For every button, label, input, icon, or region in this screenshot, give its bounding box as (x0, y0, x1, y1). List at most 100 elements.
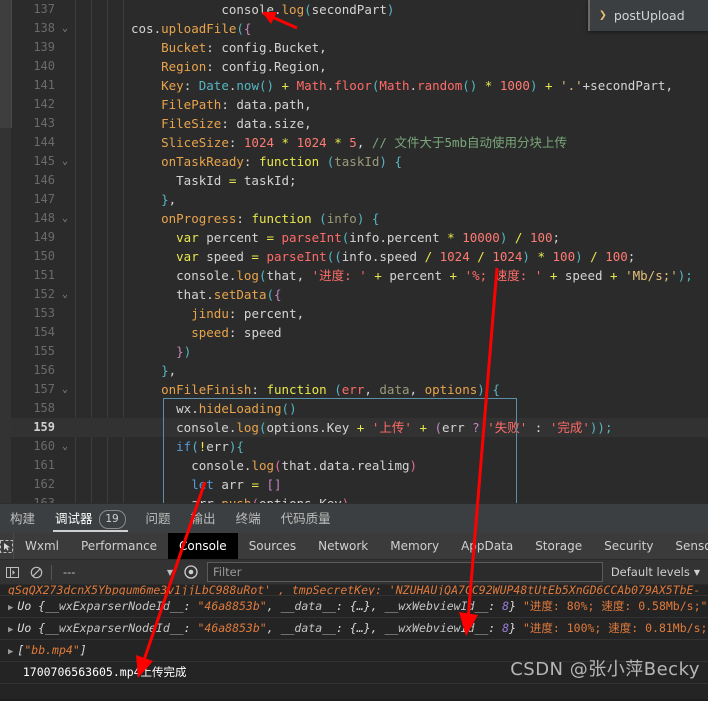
code-line[interactable]: 143 FileSize: data.size, (11, 114, 708, 133)
code-line[interactable]: 144 SliceSize: 1024 * 1024 * 5, // 文件大于5… (11, 133, 708, 152)
execution-context-select[interactable]: --- ▼ (55, 565, 179, 579)
code-text: }, (161, 192, 177, 207)
code-line[interactable]: 155 }) (11, 342, 708, 361)
console-text: "46a8853b" (197, 621, 267, 635)
code-editor[interactable]: 137 console.log(secondPart) 138 ⌄ cos.uploa… (0, 0, 708, 503)
console-sidebar-icon[interactable] (0, 560, 24, 584)
clear-console-icon[interactable] (24, 560, 48, 584)
inspect-element-icon[interactable] (0, 533, 14, 559)
code-text: }) (176, 344, 192, 359)
devtools-tab-wxml[interactable]: Wxml (14, 533, 70, 559)
devtools-tab-performance[interactable]: Performance (70, 533, 168, 559)
code-text: wx.hideLoading() (176, 401, 297, 416)
panel-tab-0[interactable]: 构建 (0, 504, 45, 534)
code-line[interactable]: 153 jindu: percent, (11, 304, 708, 323)
panel-tab-2[interactable]: 问题 (136, 504, 181, 534)
code-text: cos.uploadFile({ (131, 21, 252, 36)
live-expression-icon[interactable] (179, 560, 203, 584)
console-text: Uo { (17, 599, 46, 613)
code-text: var percent = parseInt(info.percent * 10… (176, 230, 561, 245)
code-line[interactable]: 154 speed: speed (11, 323, 708, 342)
fold-chevron-down-icon[interactable]: ⌄ (59, 380, 71, 399)
line-number: 151 (33, 268, 55, 282)
console-filter-bar[interactable]: --- ▼ Filter Default levels ▼ (0, 560, 708, 585)
code-lines-container[interactable]: 137 console.log(secondPart) 138 ⌄ cos.uploa… (11, 0, 708, 503)
code-line[interactable]: 152 ⌄ that.setData({ (11, 285, 708, 304)
devtools-tab-memory[interactable]: Memory (379, 533, 450, 559)
expand-triangle-icon[interactable]: ▶ (8, 625, 13, 635)
fold-chevron-down-icon[interactable]: ⌄ (59, 285, 71, 304)
panel-tab-label: 调试器 (55, 511, 93, 526)
code-line[interactable]: 148 ⌄ onProgress: function (info) { (11, 209, 708, 228)
code-line[interactable]: 156 }, (11, 361, 708, 380)
code-line[interactable]: 147 }, (11, 190, 708, 209)
chevron-down-icon: ▼ (693, 567, 700, 577)
panel-tab-bar[interactable]: 构建 调试器 19 问题 输出 终端 代码质量 (0, 503, 708, 534)
code-text: arr.push(options.Key) (131, 494, 349, 503)
execution-context-value: --- (63, 565, 76, 579)
code-line[interactable]: 145 ⌄ onTaskReady: function (taskId) { (11, 152, 708, 171)
code-line[interactable]: 142 FilePath: data.path, (11, 95, 708, 114)
code-line[interactable]: 162 let arr = [] (11, 475, 708, 494)
fold-chevron-down-icon[interactable]: ⌄ (59, 437, 71, 456)
panel-tab-3[interactable]: 输出 (181, 504, 226, 534)
line-number: 162 (33, 477, 55, 491)
code-text: TaskId = taskId; (176, 173, 297, 188)
line-number: 148 (33, 211, 55, 225)
code-line[interactable]: 151 console.log(that, '进度: ' + percent +… (11, 266, 708, 285)
filter-placeholder: Filter (213, 565, 242, 579)
console-row[interactable]: qSqQX273dcnX5Ybpqum6me3v1jjLbC988uRot' ,… (0, 585, 708, 596)
console-text: : (183, 599, 198, 613)
chevron-right-icon: ❯ (599, 8, 607, 23)
panel-tab-5[interactable]: 代码质量 (271, 504, 341, 534)
devtools-tab-appdata[interactable]: AppData (450, 533, 524, 559)
console-filter-input[interactable]: Filter (207, 562, 603, 582)
devtools-tab-security[interactable]: Security (593, 533, 664, 559)
log-levels-select[interactable]: Default levels ▼ (607, 565, 708, 579)
devtools-tab-console[interactable]: Console (168, 533, 238, 559)
console-output-list[interactable]: qSqQX273dcnX5Ybpqum6me3v1jjLbC988uRot' ,… (0, 585, 708, 701)
code-line[interactable]: 150 var speed = parseInt((info.speed / 1… (11, 247, 708, 266)
code-line[interactable]: 160 ⌄ if(!err){ (11, 437, 708, 456)
line-number: 152 (33, 287, 55, 301)
devtools-panel[interactable]: Wxml Performance Console Sources Network Memo… (0, 533, 708, 699)
code-line[interactable]: 159 console.log(options.Key + '上传' + (er… (11, 418, 708, 437)
code-line[interactable]: 140 Region: config.Region, (11, 57, 708, 76)
code-line[interactable]: 139 Bucket: config.Bucket, (11, 38, 708, 57)
fold-chevron-down-icon[interactable]: ⌄ (59, 209, 71, 228)
fold-chevron-down-icon[interactable]: ⌄ (59, 152, 71, 171)
panel-tab-4[interactable]: 终端 (226, 504, 271, 534)
code-line[interactable]: 141 Key: Date.now() + Math.floor(Math.ra… (11, 76, 708, 95)
postupload-popup[interactable]: ❯ postUpload (588, 0, 708, 31)
code-line[interactable]: 157 ⌄ onFileFinish: function (err, data, … (11, 380, 708, 399)
expand-triangle-icon[interactable]: ▶ (8, 647, 13, 657)
editor-scrollbar-strip[interactable] (0, 0, 12, 503)
code-text: }, (161, 363, 177, 378)
console-text: __data__ (280, 621, 336, 635)
line-number: 142 (33, 97, 55, 111)
devtools-tab-sources[interactable]: Sources (238, 533, 307, 559)
code-line[interactable]: 158 wx.hideLoading() (11, 399, 708, 418)
line-number: 146 (33, 173, 55, 187)
devtools-tab-bar[interactable]: Wxml Performance Console Sources Network Memo… (0, 533, 708, 560)
code-line[interactable]: 146 TaskId = taskId; (11, 171, 708, 190)
code-line[interactable]: 161 console.log(that.data.realimg) (11, 456, 708, 475)
line-number: 161 (33, 458, 55, 472)
devtools-tab-storage[interactable]: Storage (524, 533, 593, 559)
code-text: console.log(that.data.realimg) (191, 458, 418, 473)
console-row[interactable]: ▶ Uo {__wxExparserNodeId__: "46a8853b", _… (0, 618, 708, 640)
console-row[interactable]: ▶ Uo {__wxExparserNodeId__: "46a8853b", _… (0, 596, 708, 618)
code-line[interactable]: 149 var percent = parseInt(info.percent … (11, 228, 708, 247)
expand-triangle-icon[interactable]: ▶ (8, 603, 13, 613)
panel-tab-badge: 19 (98, 509, 126, 529)
console-text: qSqQX273dcnX5Ybpqum6me3v1jjLbC988uRot' ,… (8, 585, 701, 596)
fold-chevron-down-icon[interactable]: ⌄ (59, 19, 71, 38)
panel-tab-1[interactable]: 调试器 19 (45, 504, 136, 534)
code-line[interactable]: 163 arr.push(options.Key) (11, 494, 708, 503)
code-text: Key: Date.now() + Math.floor(Math.random… (161, 78, 673, 93)
code-text: console.log(that, '进度: ' + percent + '%;… (176, 268, 693, 283)
code-text: console.log(secondPart) (221, 2, 395, 17)
devtools-tab-sensor[interactable]: Sensor (664, 533, 708, 559)
devtools-tab-network[interactable]: Network (307, 533, 379, 559)
console-text: "bb.mp4" (24, 643, 80, 657)
